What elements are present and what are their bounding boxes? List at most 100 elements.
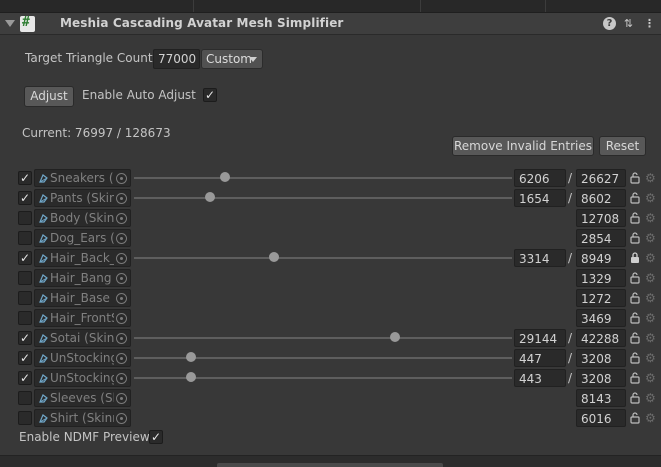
triangle-slider-thumb[interactable] bbox=[268, 252, 279, 262]
triangle-slider-thumb[interactable] bbox=[389, 332, 400, 342]
lock-icon[interactable] bbox=[630, 272, 640, 284]
mesh-enabled-checkbox[interactable]: ✓ bbox=[18, 331, 32, 345]
object-picker-icon[interactable] bbox=[116, 313, 127, 324]
lock-icon[interactable] bbox=[630, 292, 640, 304]
remove-invalid-entries-button[interactable]: Remove Invalid Entries bbox=[452, 136, 594, 156]
gear-icon[interactable]: ⚙ bbox=[645, 290, 656, 306]
gear-icon[interactable]: ⚙ bbox=[645, 330, 656, 346]
lock-icon[interactable] bbox=[630, 412, 640, 424]
object-picker-icon[interactable] bbox=[116, 233, 127, 244]
mesh-object-field[interactable]: Sneakers (S bbox=[34, 169, 131, 187]
gear-icon[interactable]: ⚙ bbox=[645, 170, 656, 186]
mesh-object-field[interactable]: Hair_Bang ( bbox=[34, 269, 131, 287]
mesh-enabled-checkbox[interactable] bbox=[18, 271, 32, 285]
object-picker-icon[interactable] bbox=[116, 413, 127, 424]
mesh-object-field[interactable]: Hair_FrontS bbox=[34, 309, 131, 327]
gear-icon[interactable]: ⚙ bbox=[645, 390, 656, 406]
gear-icon[interactable]: ⚙ bbox=[645, 190, 656, 206]
triangle-slider-track[interactable] bbox=[134, 197, 512, 199]
mesh-object-field[interactable]: Sleeves (Sk bbox=[34, 389, 131, 407]
lock-icon[interactable] bbox=[630, 332, 640, 344]
gear-icon[interactable]: ⚙ bbox=[645, 230, 656, 246]
object-picker-icon[interactable] bbox=[116, 293, 127, 304]
component-header[interactable]: Meshia Cascading Avatar Mesh Simplifier … bbox=[0, 12, 661, 35]
mesh-entry-row: Hair_FrontS 3469 ⚙ bbox=[0, 308, 661, 328]
triangle-slider-thumb[interactable] bbox=[219, 172, 230, 182]
lock-icon[interactable] bbox=[630, 212, 640, 224]
slash-separator: / bbox=[568, 191, 573, 205]
mesh-enabled-checkbox[interactable] bbox=[18, 411, 32, 425]
lock-icon[interactable] bbox=[630, 192, 640, 204]
target-mode-dropdown[interactable]: Custom bbox=[201, 49, 263, 69]
lock-icon[interactable] bbox=[630, 372, 640, 384]
mesh-object-field[interactable]: Body (Skinr bbox=[34, 209, 131, 227]
mesh-object-name: Hair_Base ( bbox=[50, 291, 114, 305]
mesh-object-field[interactable]: Hair_Back_S bbox=[34, 249, 131, 267]
gear-icon[interactable]: ⚙ bbox=[645, 350, 656, 366]
mesh-object-field[interactable]: Sotai (Skinr bbox=[34, 329, 131, 347]
mesh-enabled-checkbox[interactable]: ✓ bbox=[18, 371, 32, 385]
mesh-object-field[interactable]: Pants (Skin bbox=[34, 189, 131, 207]
enable-ndmf-preview-checkbox[interactable]: ✓ bbox=[149, 430, 163, 444]
lock-icon[interactable] bbox=[630, 252, 640, 264]
object-picker-icon[interactable] bbox=[116, 173, 127, 184]
mesh-enabled-checkbox[interactable]: ✓ bbox=[18, 251, 32, 265]
triangle-count-input[interactable]: 3314 bbox=[514, 249, 566, 267]
gear-icon[interactable]: ⚙ bbox=[645, 370, 656, 386]
presets-icon[interactable]: ⇅ bbox=[622, 17, 635, 30]
triangle-count-input[interactable]: 6206 bbox=[514, 169, 566, 187]
object-picker-icon[interactable] bbox=[116, 253, 127, 264]
object-picker-icon[interactable] bbox=[116, 213, 127, 224]
object-picker-icon[interactable] bbox=[116, 373, 127, 384]
mesh-entry-row: Hair_Base (1272 ⚙ bbox=[0, 288, 661, 308]
target-triangle-count-input[interactable]: 77000 bbox=[153, 49, 200, 69]
object-picker-icon[interactable] bbox=[116, 193, 127, 204]
more-menu-icon[interactable]: ⋮ bbox=[643, 17, 656, 30]
gear-icon[interactable]: ⚙ bbox=[645, 250, 656, 266]
adjust-button[interactable]: Adjust bbox=[24, 86, 74, 107]
lock-icon[interactable] bbox=[630, 232, 640, 244]
triangle-count-input[interactable]: 443 bbox=[514, 369, 566, 387]
lock-icon[interactable] bbox=[630, 172, 640, 184]
mesh-object-field[interactable]: Hair_Base ( bbox=[34, 289, 131, 307]
gear-icon[interactable]: ⚙ bbox=[645, 410, 656, 426]
triangle-slider-track[interactable] bbox=[134, 177, 512, 179]
triangle-slider-thumb[interactable] bbox=[185, 372, 196, 382]
mesh-enabled-checkbox[interactable] bbox=[18, 231, 32, 245]
gear-icon[interactable]: ⚙ bbox=[645, 310, 656, 326]
lock-icon[interactable] bbox=[630, 312, 640, 324]
gear-icon[interactable]: ⚙ bbox=[645, 270, 656, 286]
skinned-mesh-icon bbox=[38, 293, 49, 304]
object-picker-icon[interactable] bbox=[116, 393, 127, 404]
lock-icon[interactable] bbox=[630, 392, 640, 404]
reset-button[interactable]: Reset bbox=[599, 136, 646, 156]
mesh-object-field[interactable]: UnStocking bbox=[34, 369, 131, 387]
mesh-enabled-checkbox[interactable] bbox=[18, 291, 32, 305]
triangle-slider-thumb[interactable] bbox=[204, 192, 215, 202]
mesh-enabled-checkbox[interactable] bbox=[18, 391, 32, 405]
object-picker-icon[interactable] bbox=[116, 273, 127, 284]
mesh-enabled-checkbox[interactable] bbox=[18, 311, 32, 325]
mesh-entry-row: ✓ Pants (Skin 1654/8602 ⚙ bbox=[0, 188, 661, 208]
mesh-object-field[interactable]: Dog_Ears (S bbox=[34, 229, 131, 247]
object-picker-icon[interactable] bbox=[116, 353, 127, 364]
mesh-object-field[interactable]: UnStocking bbox=[34, 349, 131, 367]
enable-auto-adjust-checkbox[interactable]: ✓ bbox=[203, 88, 217, 102]
triangle-count-input[interactable]: 1654 bbox=[514, 189, 566, 207]
triangle-slider-track[interactable] bbox=[134, 257, 512, 259]
triangle-count-input[interactable]: 29144 bbox=[514, 329, 566, 347]
lock-icon[interactable] bbox=[630, 352, 640, 364]
object-picker-icon[interactable] bbox=[116, 333, 127, 344]
add-component-button[interactable] bbox=[217, 463, 443, 467]
help-icon[interactable]: ? bbox=[603, 17, 616, 30]
mesh-enabled-checkbox[interactable]: ✓ bbox=[18, 171, 32, 185]
triangle-count-input[interactable]: 447 bbox=[514, 349, 566, 367]
mesh-enabled-checkbox[interactable]: ✓ bbox=[18, 191, 32, 205]
triangle-slider-thumb[interactable] bbox=[185, 352, 196, 362]
triangle-slider-track[interactable] bbox=[134, 337, 512, 339]
mesh-object-field[interactable]: Shirt (Skinn bbox=[34, 409, 131, 427]
mesh-enabled-checkbox[interactable]: ✓ bbox=[18, 351, 32, 365]
gear-icon[interactable]: ⚙ bbox=[645, 210, 656, 226]
mesh-enabled-checkbox[interactable] bbox=[18, 211, 32, 225]
foldout-triangle-icon[interactable] bbox=[5, 20, 15, 27]
